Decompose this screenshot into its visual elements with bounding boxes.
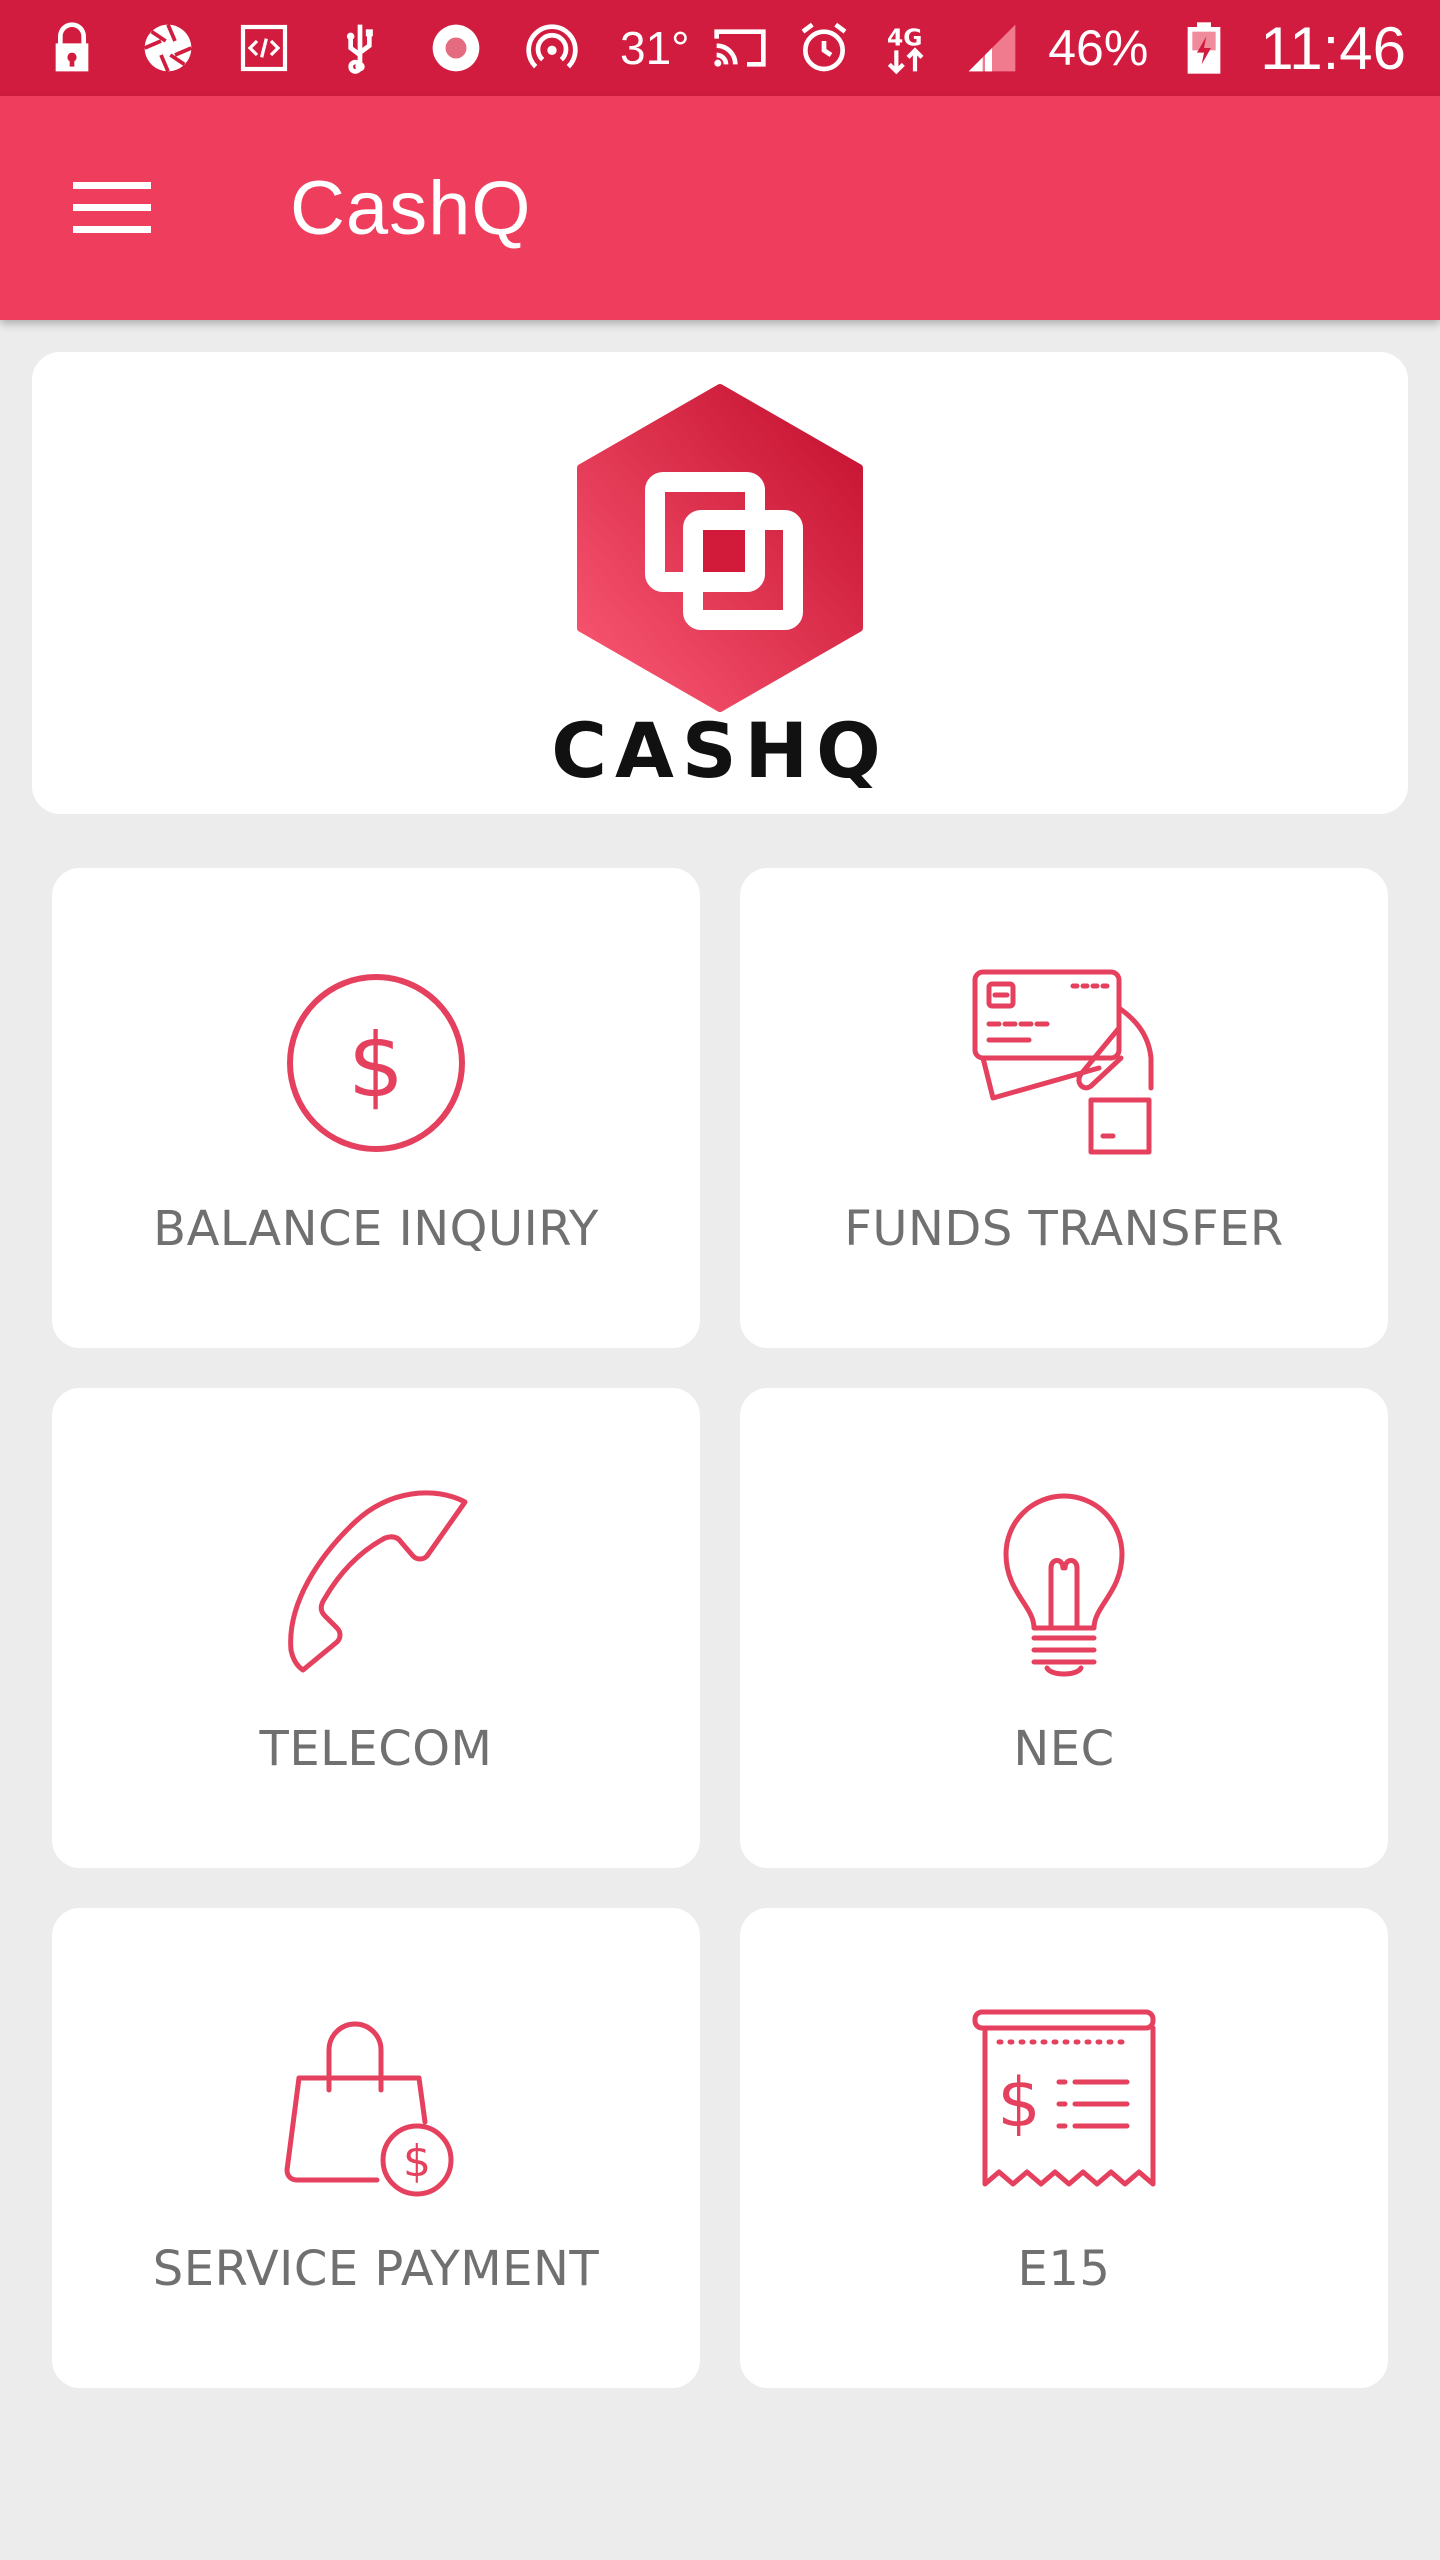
tile-label: FUNDS TRANSFER	[844, 1201, 1284, 1257]
usb-icon	[332, 20, 388, 76]
svg-text:$: $	[403, 2136, 431, 2187]
light-bulb-icon	[1003, 1493, 1125, 1677]
aperture-icon	[140, 20, 196, 76]
alarm-icon	[796, 20, 852, 76]
nec-tile[interactable]: NEC	[740, 1388, 1388, 1868]
status-bar: 31° 4G 46% 11:46	[0, 0, 1440, 96]
hotspot-icon	[524, 20, 580, 76]
tile-label: BALANCE INQUIRY	[153, 1201, 599, 1257]
battery-percent-text: 46%	[1048, 20, 1149, 76]
battery-charging-icon	[1176, 20, 1232, 76]
svg-text:4G: 4G	[887, 24, 922, 52]
svg-text:$: $	[348, 1014, 404, 1117]
cashq-logo-icon	[577, 384, 863, 712]
funds-transfer-tile[interactable]: FUNDS TRANSFER	[740, 868, 1388, 1348]
logo-wordmark: CASHQ	[551, 706, 889, 795]
tile-label: E15	[1017, 2241, 1111, 2297]
network-arrows-icon: 4G	[880, 20, 936, 76]
temperature-text: 31°	[620, 22, 690, 74]
signal-icon	[964, 20, 1020, 76]
telecom-tile[interactable]: TELECOM	[52, 1388, 700, 1868]
phone-handset-icon	[288, 1490, 468, 1673]
clock-time: 11:46	[1260, 14, 1406, 82]
card-in-hand-icon	[972, 969, 1154, 1155]
cast-icon	[712, 20, 768, 76]
svg-text:$: $	[997, 2064, 1040, 2143]
balance-inquiry-tile[interactable]: $ BALANCE INQUIRY	[52, 868, 700, 1348]
status-right-icons: 4G 46% 11:46	[712, 14, 1406, 83]
hamburger-menu-button[interactable]	[0, 96, 224, 320]
dollar-circle-icon: $	[287, 974, 465, 1152]
tile-label: TELECOM	[259, 1721, 493, 1777]
service-payment-tile[interactable]: $ SERVICE PAYMENT	[52, 1908, 700, 2388]
tile-label: NEC	[1013, 1721, 1115, 1777]
status-left-icons: 31°	[44, 20, 690, 76]
app-bar: CashQ	[0, 96, 1440, 320]
tile-label: SERVICE PAYMENT	[152, 2241, 600, 2297]
code-icon	[236, 20, 292, 76]
hamburger-menu-icon	[73, 182, 151, 233]
record-icon	[428, 20, 484, 76]
lock-icon	[44, 20, 100, 76]
app-title: CashQ	[290, 165, 532, 251]
shopping-bag-dollar-icon: $	[284, 2021, 454, 2197]
e15-tile[interactable]: $ E15	[740, 1908, 1388, 2388]
receipt-icon: $	[972, 2009, 1156, 2187]
logo-card: CASHQ	[32, 352, 1408, 814]
